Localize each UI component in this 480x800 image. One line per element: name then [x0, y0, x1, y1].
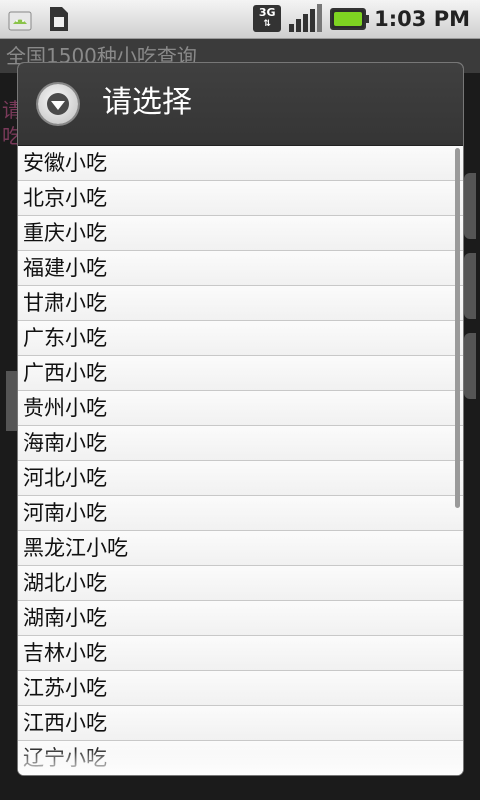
- list-item[interactable]: 海南小吃: [18, 426, 463, 461]
- dialog-title: 请选择: [102, 85, 192, 120]
- list-item[interactable]: 福建小吃: [18, 251, 463, 286]
- list-item[interactable]: 安徽小吃: [18, 146, 463, 181]
- status-left: [6, 4, 70, 34]
- list-item[interactable]: 吉林小吃: [18, 636, 463, 671]
- status-time: 1:03 PM: [374, 6, 470, 31]
- sim-card-icon: [50, 7, 68, 31]
- dropdown-circle-icon: [38, 84, 78, 124]
- list-item[interactable]: 河南小吃: [18, 496, 463, 531]
- background-button-3: [464, 333, 476, 399]
- list-item[interactable]: 重庆小吃: [18, 216, 463, 251]
- options-list[interactable]: 安徽小吃 北京小吃 重庆小吃 福建小吃 甘肃小吃 广东小吃 广西小吃 贵州小吃 海南小吃 河北小吃…: [18, 146, 463, 775]
- status-bar: 3G ⇅ 1:03 PM: [0, 0, 480, 39]
- background-button-1: [464, 173, 476, 239]
- list-item[interactable]: 湖南小吃: [18, 601, 463, 636]
- network-3g-icon: 3G ⇅: [253, 5, 282, 32]
- list-item[interactable]: 湖北小吃: [18, 566, 463, 601]
- select-dialog: 请选择 安徽小吃 北京小吃 重庆小吃 福建小吃 甘肃小吃 广东小吃 广西小吃 贵州小吃 海南小吃…: [18, 63, 463, 775]
- android-icon: [8, 11, 32, 31]
- list-fade: [18, 745, 463, 775]
- list-item[interactable]: 贵州小吃: [18, 391, 463, 426]
- dialog-header: 请选择: [18, 63, 463, 146]
- signal-icon: [289, 3, 323, 32]
- status-right: 3G ⇅ 1:03 PM: [253, 3, 470, 32]
- list-item[interactable]: 河北小吃: [18, 461, 463, 496]
- network-label: 3G: [258, 6, 276, 19]
- list-item[interactable]: 江苏小吃: [18, 671, 463, 706]
- list-scrollbar[interactable]: [455, 148, 460, 508]
- app-body-text: 请 吃: [2, 98, 18, 148]
- list-item[interactable]: 广西小吃: [18, 356, 463, 391]
- list-item[interactable]: 北京小吃: [18, 181, 463, 216]
- background-button-2: [464, 253, 476, 319]
- list-item[interactable]: 广东小吃: [18, 321, 463, 356]
- list-item[interactable]: 江西小吃: [18, 706, 463, 741]
- battery-charging-icon: [330, 7, 370, 30]
- list-item[interactable]: 黑龙江小吃: [18, 531, 463, 566]
- list-item[interactable]: 甘肃小吃: [18, 286, 463, 321]
